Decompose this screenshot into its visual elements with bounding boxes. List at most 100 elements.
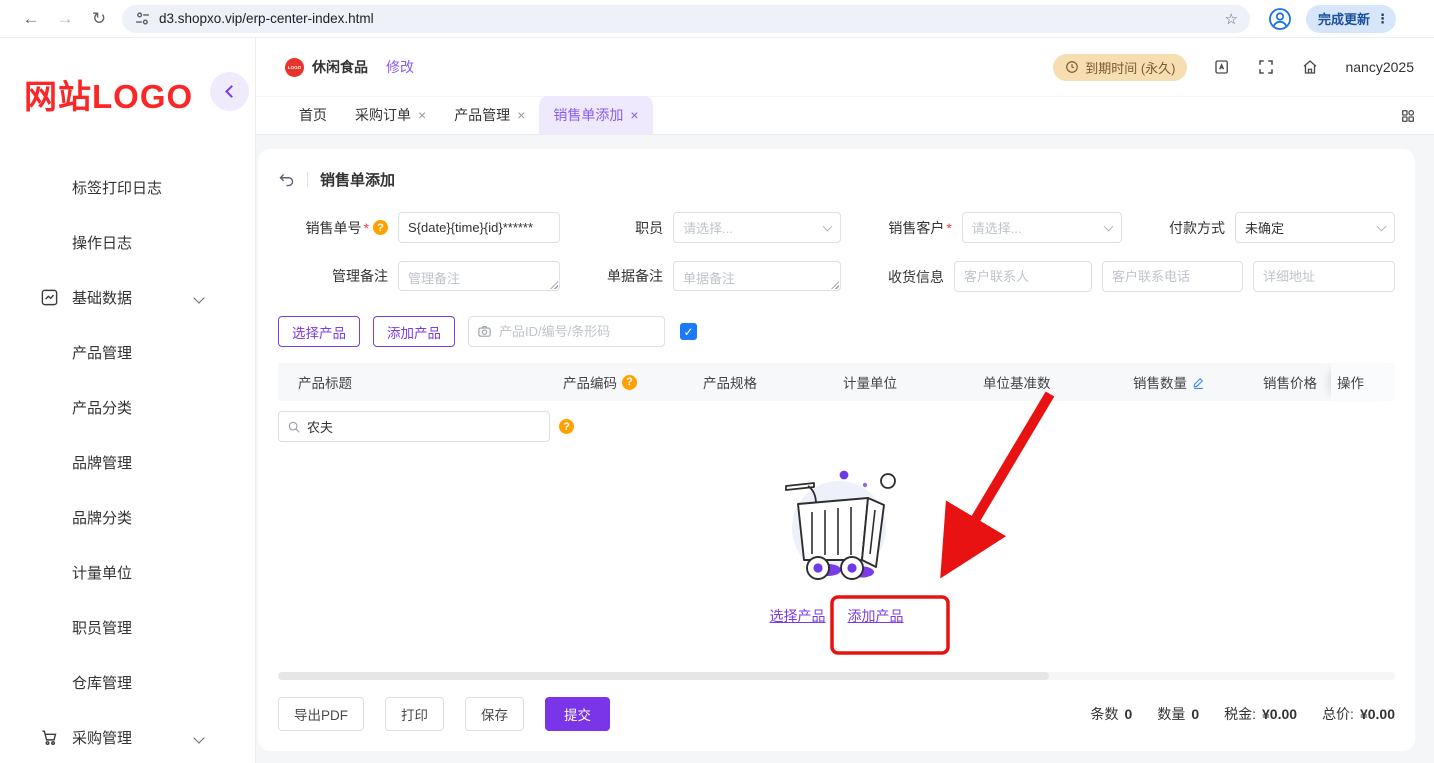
shipping-contact-input[interactable] [954,261,1092,292]
print-button[interactable]: 打印 [385,697,444,731]
sidebar-item-label: 品牌管理 [72,455,133,472]
horizontal-scrollbar[interactable] [278,672,1395,680]
tab-label: 首页 [299,107,327,123]
sidebar-item-label: 产品管理 [72,345,133,362]
sidebar-item-label: 品牌分类 [72,510,133,527]
profile-icon[interactable] [1268,7,1292,31]
submit-button[interactable]: 提交 [545,697,610,731]
bookmark-star-icon[interactable]: ☆ [1225,10,1238,28]
sidebar-item-staff-manage[interactable]: 职员管理 [0,600,255,655]
help-icon[interactable]: ? [373,220,388,235]
sidebar-item-label: 计量单位 [72,565,133,582]
column-measure-unit: 计量单位 [843,376,897,391]
sidebar-item-measure-unit[interactable]: 计量单位 [0,545,255,600]
sidebar-item-label-print-log[interactable]: 标签打印日志 [0,160,255,215]
column-operation: 操作 [1331,363,1395,401]
license-icon[interactable] [1213,58,1231,76]
chevron-down-icon [822,221,833,231]
column-product-title: 产品标题 [298,376,352,391]
clock-icon [1066,61,1079,73]
select-product-button[interactable]: 选择产品 [278,316,360,347]
save-button[interactable]: 保存 [465,697,524,731]
expire-badge: 到期时间 (永久) [1053,53,1188,81]
site-settings-icon[interactable] [134,10,151,27]
close-tab-icon[interactable]: × [630,107,638,123]
sidebar-item-basic-data[interactable]: 基础数据 [0,270,255,325]
product-scan-input[interactable] [499,324,656,339]
tab-bar: 首页 采购订单 × 产品管理 × 销售单添加 × [256,96,1434,135]
divider [307,172,308,187]
browser-back-icon[interactable]: ← [14,5,48,33]
expire-label: 到期时间 (永久) [1085,60,1176,76]
sidebar-item-product-category[interactable]: 产品分类 [0,380,255,435]
empty-add-product-link[interactable]: 添加产品 [848,606,904,626]
username[interactable]: nancy2025 [1345,59,1414,75]
browser-forward-icon[interactable]: → [48,5,82,33]
export-pdf-button[interactable]: 导出PDF [278,697,364,731]
tab-home[interactable]: 首页 [285,96,341,134]
admin-note-label: 管理备注 [332,268,388,284]
total-tax: 税金: ¥0.00 [1224,706,1298,722]
close-tab-icon[interactable]: × [418,107,426,123]
payment-select[interactable]: 未确定 [1234,212,1395,243]
column-unit-base: 单位基准数 [983,376,1051,391]
scrollbar-thumb[interactable] [278,672,1049,680]
staff-select[interactable]: 请选择... [673,212,842,243]
sidebar-item-purchase-manage[interactable]: 采购管理 [0,710,255,763]
customer-select[interactable]: 请选择... [961,212,1122,243]
more-vert-icon[interactable]: ⋮ [1376,11,1390,27]
tabs-grid-icon[interactable] [1400,97,1416,134]
tab-label: 产品管理 [454,107,511,123]
card-footer: 导出PDF 打印 保存 提交 条数 0 数量 0 税金: ¥0.00 总价: ¥0.00 [278,697,1395,731]
page-title: 销售单添加 [320,172,396,189]
sidebar: 网站LOGO 标签打印日志 操作日志 基础数据 产品管理 产品分类 品牌管理 品… [0,38,256,763]
sidebar-item-label: 职员管理 [72,620,133,637]
customer-placeholder: 请选择... [971,221,1022,236]
shipping-address-input[interactable] [1253,261,1395,292]
close-tab-icon[interactable]: × [517,107,525,123]
sidebar-item-product-manage[interactable]: 产品管理 [0,325,255,380]
tab-purchase-order[interactable]: 采购订单 × [341,96,440,134]
sidebar-item-operation-log[interactable]: 操作日志 [0,215,255,270]
sidebar-item-warehouse-manage[interactable]: 仓库管理 [0,655,255,710]
order-no-input[interactable] [398,212,560,243]
product-title-filter-input[interactable] [307,419,541,434]
home-icon[interactable] [1301,58,1319,76]
edit-icon[interactable] [1192,376,1205,389]
browser-update-button[interactable]: 完成更新 ⋮ [1306,4,1397,33]
address-bar[interactable]: d3.shopxo.vip/erp-center-index.html ☆ [122,4,1250,33]
browser-reload-icon[interactable]: ↻ [82,5,116,33]
doc-note-textarea[interactable] [673,261,841,291]
sidebar-item-brand-category[interactable]: 品牌分类 [0,490,255,545]
total-count: 条数 0 [1090,706,1133,722]
empty-select-product-link[interactable]: 选择产品 [770,606,826,626]
help-icon[interactable]: ? [559,419,574,434]
total-price: 总价: ¥0.00 [1322,706,1395,722]
chevron-down-icon [193,291,205,304]
empty-cart-illustration [784,470,896,580]
sales-order-add-card: 销售单添加 销售单号? 职员 请选择... 销售客户 [258,149,1415,751]
back-icon[interactable] [278,171,295,188]
store-edit-link[interactable]: 修改 [386,57,414,77]
admin-note-textarea[interactable] [398,261,560,291]
chart-icon [40,288,60,307]
sidebar-item-label: 基础数据 [72,290,133,307]
add-product-button[interactable]: 添加产品 [373,316,455,347]
customer-label: 销售客户 [888,218,951,238]
shipping-phone-input[interactable] [1102,261,1243,292]
staff-placeholder: 请选择... [683,221,734,236]
chevron-down-icon [1376,221,1387,231]
scan-mode-checkbox[interactable]: ✓ [680,323,697,340]
column-sales-price: 销售价格 [1263,376,1317,391]
tab-sales-order-add[interactable]: 销售单添加 × [539,96,653,134]
fullscreen-icon[interactable] [1257,58,1275,76]
product-scan-search[interactable] [468,316,665,347]
sidebar-item-label: 操作日志 [72,235,133,252]
tab-label: 采购订单 [355,107,411,123]
sidebar-collapse-button[interactable] [210,72,249,111]
help-icon[interactable]: ? [622,374,637,390]
order-no-label: 销售单号 [306,218,369,238]
sidebar-item-brand-manage[interactable]: 品牌管理 [0,435,255,490]
product-title-filter[interactable] [278,411,550,442]
tab-product-manage[interactable]: 产品管理 × [440,96,539,134]
